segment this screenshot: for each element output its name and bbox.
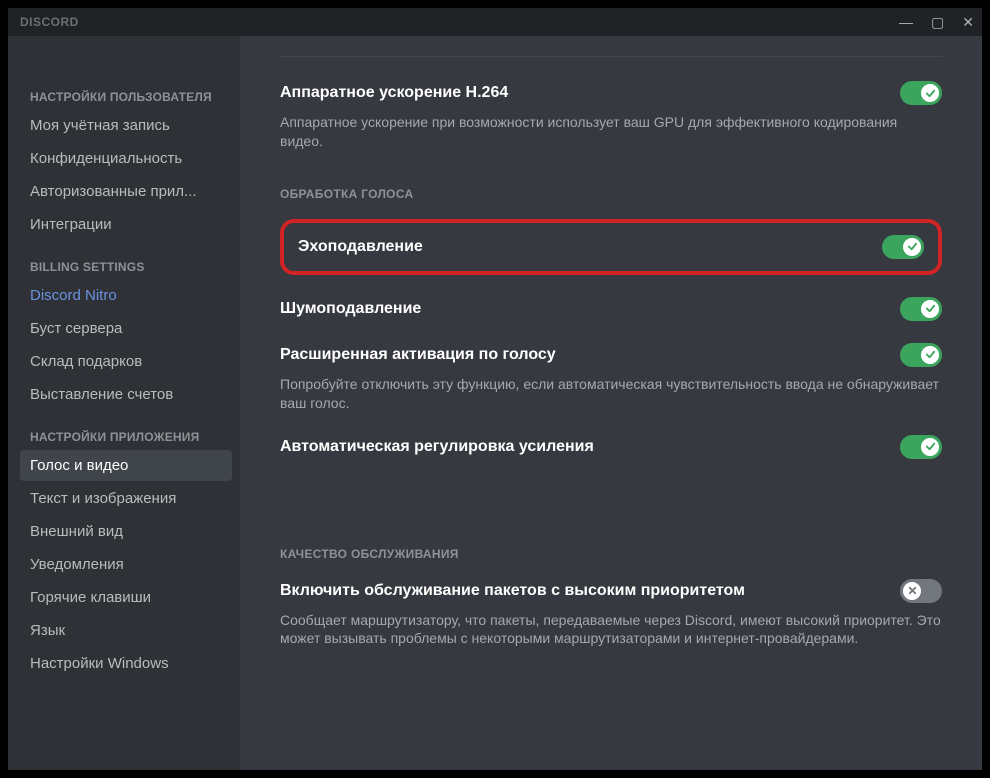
check-icon <box>921 438 939 456</box>
section-header-voice: ОБРАБОТКА ГОЛОСА <box>280 187 942 201</box>
check-icon <box>921 84 939 102</box>
setting-gain-title: Автоматическая регулировка усиления <box>280 438 594 456</box>
toggle-auto-gain[interactable] <box>900 435 942 459</box>
sidebar-item-windows[interactable]: Настройки Windows <box>20 648 232 679</box>
section-header-qos: КАЧЕСТВО ОБСЛУЖИВАНИЯ <box>280 547 942 561</box>
close-icon[interactable]: ✕ <box>962 15 974 29</box>
check-icon <box>921 346 939 364</box>
sidebar-item-keybinds[interactable]: Горячие клавиши <box>20 582 232 613</box>
sidebar-item-integrations[interactable]: Интеграции <box>20 209 232 240</box>
sidebar-section-user: НАСТРОЙКИ ПОЛЬЗОВАТЕЛЯ <box>20 84 232 110</box>
divider <box>280 56 942 57</box>
toggle-echo[interactable] <box>882 235 924 259</box>
toggle-hw-accel[interactable] <box>900 81 942 105</box>
setting-advanced-activation: Расширенная активация по голосу Попробуй… <box>280 343 942 413</box>
setting-auto-gain: Автоматическая регулировка усиления <box>280 435 942 459</box>
maximize-icon[interactable]: ▢ <box>931 15 944 29</box>
check-icon <box>903 238 921 256</box>
sidebar-item-notifications[interactable]: Уведомления <box>20 549 232 580</box>
setting-hw-accel-desc: Аппаратное ускорение при возможности исп… <box>280 113 942 151</box>
sidebar-item-account[interactable]: Моя учётная запись <box>20 110 232 141</box>
window-controls: — ▢ ✕ <box>899 15 974 29</box>
titlebar: DISCORD — ▢ ✕ <box>8 8 982 36</box>
setting-hw-accel-title: Аппаратное ускорение H.264 <box>280 84 508 102</box>
sidebar-item-language[interactable]: Язык <box>20 615 232 646</box>
sidebar-section-billing: BILLING SETTINGS <box>20 254 232 280</box>
sidebar-item-gift-inventory[interactable]: Склад подарков <box>20 346 232 377</box>
setting-hw-accel: Аппаратное ускорение H.264 Аппаратное ус… <box>280 81 942 151</box>
sidebar-item-voice-video[interactable]: Голос и видео <box>20 450 232 481</box>
content-area: НАСТРОЙКИ ПОЛЬЗОВАТЕЛЯ Моя учётная запис… <box>8 36 982 770</box>
toggle-noise[interactable] <box>900 297 942 321</box>
highlight-echo: Эхоподавление <box>280 219 942 275</box>
setting-echo-title: Эхоподавление <box>298 238 423 256</box>
setting-echo: Эхоподавление <box>298 235 924 259</box>
check-icon <box>921 300 939 318</box>
x-icon <box>903 582 921 600</box>
sidebar-item-text-images[interactable]: Текст и изображения <box>20 483 232 514</box>
toggle-advanced-activation[interactable] <box>900 343 942 367</box>
sidebar: НАСТРОЙКИ ПОЛЬЗОВАТЕЛЯ Моя учётная запис… <box>8 36 240 770</box>
setting-advanced-desc: Попробуйте отключить эту функцию, если а… <box>280 375 942 413</box>
setting-qos: Включить обслуживание пакетов с высоким … <box>280 579 942 649</box>
minimize-icon[interactable]: — <box>899 15 913 29</box>
main-panel: Аппаратное ускорение H.264 Аппаратное ус… <box>240 36 982 770</box>
setting-qos-desc: Сообщает маршрутизатору, что пакеты, пер… <box>280 611 942 649</box>
app-title: DISCORD <box>20 15 79 29</box>
sidebar-item-privacy[interactable]: Конфиденциальность <box>20 143 232 174</box>
sidebar-section-app: НАСТРОЙКИ ПРИЛОЖЕНИЯ <box>20 424 232 450</box>
sidebar-item-authorized-apps[interactable]: Авторизованные прил... <box>20 176 232 207</box>
setting-qos-title: Включить обслуживание пакетов с высоким … <box>280 582 745 600</box>
sidebar-item-nitro[interactable]: Discord Nitro <box>20 280 232 311</box>
setting-noise-title: Шумоподавление <box>280 300 421 318</box>
sidebar-item-appearance[interactable]: Внешний вид <box>20 516 232 547</box>
sidebar-item-billing[interactable]: Выставление счетов <box>20 379 232 410</box>
toggle-qos[interactable] <box>900 579 942 603</box>
app-window: DISCORD — ▢ ✕ НАСТРОЙКИ ПОЛЬЗОВАТЕЛЯ Моя… <box>8 8 982 770</box>
sidebar-item-server-boost[interactable]: Буст сервера <box>20 313 232 344</box>
setting-advanced-title: Расширенная активация по голосу <box>280 346 556 364</box>
setting-noise: Шумоподавление <box>280 297 942 321</box>
